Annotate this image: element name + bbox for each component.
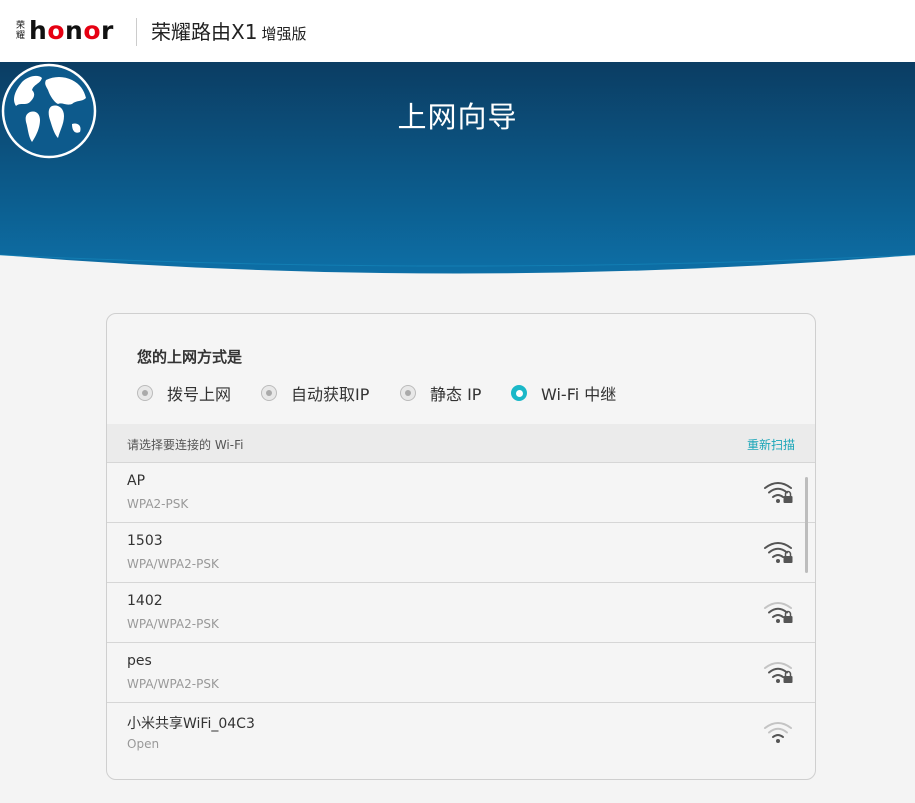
wifi-row[interactable]: AP WPA2-PSK <box>107 463 815 523</box>
wifi-locked-strong-icon <box>764 482 793 503</box>
setup-panel: 您的上网方式是 拨号上网 自动获取IP 静态 IP Wi-Fi 中继 请选择要连… <box>106 313 816 780</box>
wizard-title: 上网向导 <box>397 100 518 134</box>
wifi-ssid: 小米共享WiFi_04C3 <box>127 716 255 732</box>
wifi-row[interactable]: pes WPA/WPA2-PSK <box>107 643 815 703</box>
wifi-security: WPA/WPA2-PSK <box>127 557 219 571</box>
product-name: 荣耀路由X1 <box>151 20 258 44</box>
wifi-list-scrollbar[interactable] <box>805 477 808 573</box>
logo-char-1: 荣 <box>16 21 26 31</box>
globe-icon <box>1 63 97 159</box>
radio-indicator[interactable] <box>137 385 153 401</box>
logo-char-2: 耀 <box>16 31 26 41</box>
wifi-security: WPA/WPA2-PSK <box>127 677 219 691</box>
radio-label: Wi-Fi 中继 <box>541 385 617 404</box>
wifi-ssid: pes <box>127 653 152 669</box>
product-edition: 增强版 <box>261 25 307 43</box>
wifi-security: WPA/WPA2-PSK <box>127 617 219 631</box>
wifi-row[interactable]: 1503 WPA/WPA2-PSK <box>107 523 815 583</box>
rescan-link[interactable]: 重新扫描 <box>747 436 795 453</box>
wifi-row[interactable]: 1402 WPA/WPA2-PSK <box>107 583 815 643</box>
wifi-list-header: 请选择要连接的 Wi-Fi 重新扫描 <box>107 424 815 463</box>
hero-banner: 上网向导 <box>0 62 915 277</box>
wifi-open-weak-icon <box>764 722 792 743</box>
honor-logo[interactable]: 荣 耀 honor <box>16 16 114 46</box>
radio-pppoe[interactable]: 拨号上网 <box>137 381 231 405</box>
top-bar: 荣 耀 honor 荣耀路由X1 增强版 <box>0 0 915 62</box>
wifi-ssid: 1503 <box>127 533 163 549</box>
connection-question: 您的上网方式是 <box>137 348 243 366</box>
wifi-locked-medium-icon <box>764 602 793 623</box>
header-divider <box>136 18 137 46</box>
radio-label: 静态 IP <box>430 385 482 404</box>
radio-indicator-selected[interactable] <box>511 385 527 401</box>
wifi-locked-strong-icon <box>764 542 793 563</box>
radio-indicator[interactable] <box>400 385 416 401</box>
wifi-ssid: AP <box>127 473 146 489</box>
radio-indicator[interactable] <box>261 385 277 401</box>
radio-dhcp[interactable]: 自动获取IP <box>261 381 369 405</box>
wifi-list: AP WPA2-PSK 1503 WPA/WPA2-PSK 1402 WPA/W… <box>107 463 815 762</box>
wifi-ssid: 1402 <box>127 593 163 609</box>
logo-chinese: 荣 耀 <box>16 21 25 41</box>
wifi-prompt: 请选择要连接的 Wi-Fi <box>127 438 244 452</box>
wifi-locked-medium-icon <box>764 662 793 683</box>
radio-label: 自动获取IP <box>291 385 370 404</box>
product-title: 荣耀路由X1 增强版 <box>151 17 306 49</box>
wifi-security: WPA2-PSK <box>127 497 189 511</box>
radio-static-ip[interactable]: 静态 IP <box>400 381 481 405</box>
radio-label: 拨号上网 <box>167 385 232 404</box>
radio-wifi-relay[interactable]: Wi-Fi 中继 <box>511 381 616 405</box>
logo-wordmark: honor <box>29 16 114 45</box>
wifi-row[interactable]: 小米共享WiFi_04C3 Open <box>107 703 815 762</box>
wifi-security: Open <box>127 737 160 751</box>
